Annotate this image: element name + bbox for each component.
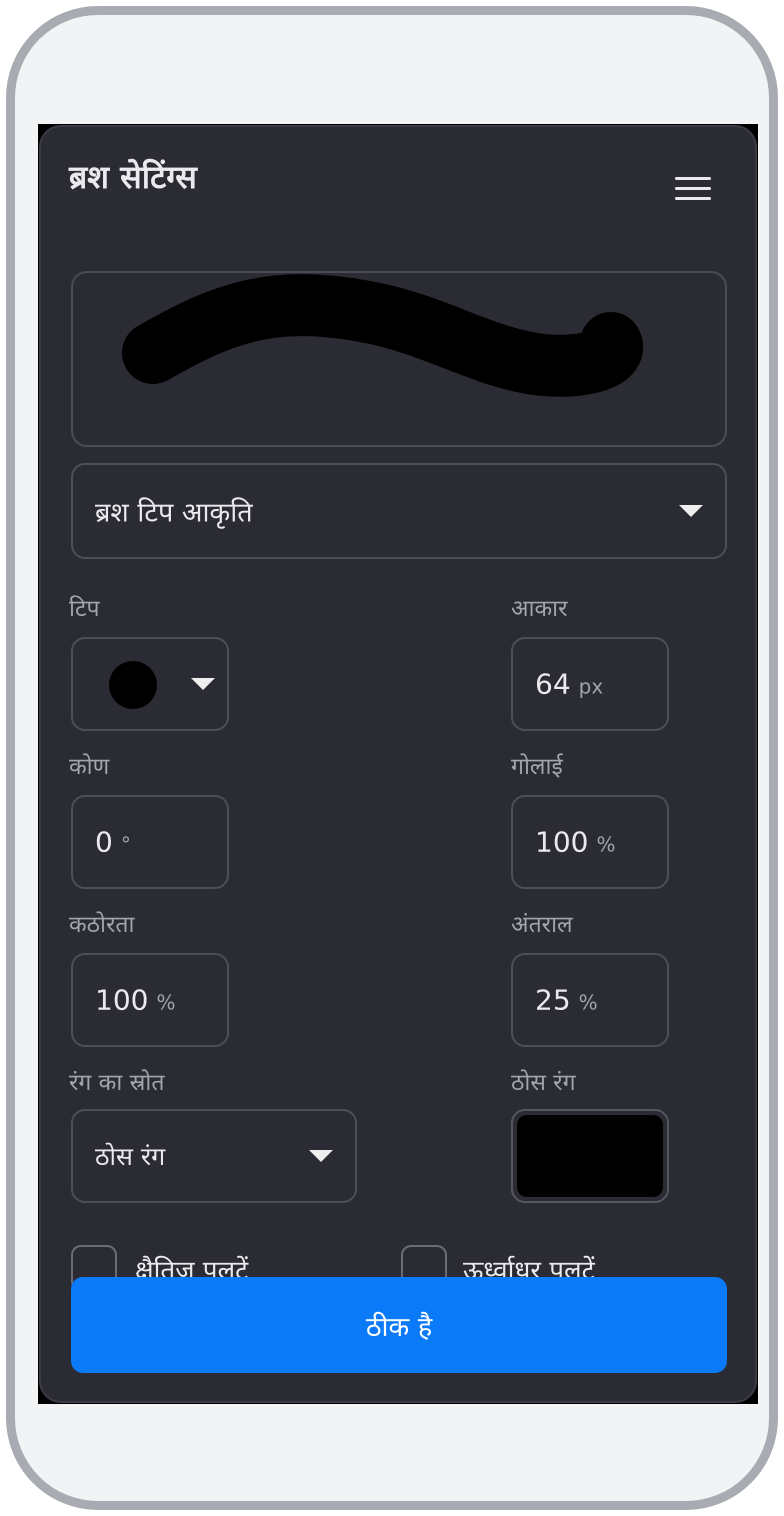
brush-tip-shape-value: ब्रश टिप आकृति — [95, 497, 253, 529]
roundness-label: गोलाई — [511, 754, 563, 780]
screen: ब्रश सेटिंग्स ब्रश टिप आकृति टिप आकार 64… — [38, 124, 758, 1404]
roundness-value-group: 100% — [535, 826, 615, 859]
chevron-down-icon — [191, 678, 215, 690]
stroke-preview-icon — [122, 274, 643, 397]
roundness-unit: % — [596, 832, 616, 857]
angle-value: 0 — [95, 825, 113, 859]
roundness-input[interactable]: 100% — [511, 795, 669, 889]
angle-value-group: 0 ° — [95, 826, 131, 859]
tip-label: टिप — [69, 596, 100, 622]
angle-unit: ° — [120, 832, 131, 857]
brush-settings-dialog: ब्रश सेटिंग्स ब्रश टिप आकृति टिप आकार 64… — [39, 125, 757, 1403]
size-unit: px — [578, 674, 604, 699]
angle-input[interactable]: 0 ° — [71, 795, 229, 889]
spacing-value-group: 25% — [535, 984, 598, 1017]
color-swatch-fill — [517, 1115, 663, 1197]
spacing-label: अंतराल — [511, 912, 573, 938]
phone-frame: ब्रश सेटिंग्स ब्रश टिप आकृति टिप आकार 64… — [6, 6, 778, 1510]
spacing-unit: % — [578, 990, 598, 1015]
brush-stroke-preview — [71, 271, 727, 447]
size-value-group: 64 px — [535, 668, 603, 701]
spacing-value: 25 — [535, 983, 571, 1017]
size-input[interactable]: 64 px — [511, 637, 669, 731]
size-label: आकार — [511, 596, 568, 622]
color-source-dropdown[interactable]: ठोस रंग — [71, 1109, 357, 1203]
roundness-value: 100 — [535, 825, 589, 859]
chevron-down-icon — [309, 1150, 333, 1162]
size-value: 64 — [535, 667, 571, 701]
color-source-label: रंग का स्रोत — [69, 1070, 165, 1096]
hardness-input[interactable]: 100% — [71, 953, 229, 1047]
menu-button[interactable] — [671, 171, 715, 207]
solid-color-label: ठोस रंग — [511, 1070, 576, 1096]
brush-tip-shape-dropdown[interactable]: ब्रश टिप आकृति — [71, 463, 727, 559]
tip-shape-dropdown[interactable] — [71, 637, 229, 731]
hardness-value-group: 100% — [95, 984, 175, 1017]
color-source-value: ठोस रंग — [95, 1142, 166, 1171]
chevron-down-icon — [679, 505, 703, 517]
hardness-unit: % — [156, 990, 176, 1015]
round-tip-icon — [109, 661, 157, 709]
ok-button[interactable]: ठीक है — [71, 1277, 727, 1373]
solid-color-swatch[interactable] — [511, 1109, 669, 1203]
hardness-label: कठोरता — [69, 912, 135, 938]
hardness-value: 100 — [95, 983, 149, 1017]
dialog-title: ब्रश सेटिंग्स — [69, 158, 197, 196]
angle-label: कोण — [69, 754, 110, 780]
spacing-input[interactable]: 25% — [511, 953, 669, 1047]
